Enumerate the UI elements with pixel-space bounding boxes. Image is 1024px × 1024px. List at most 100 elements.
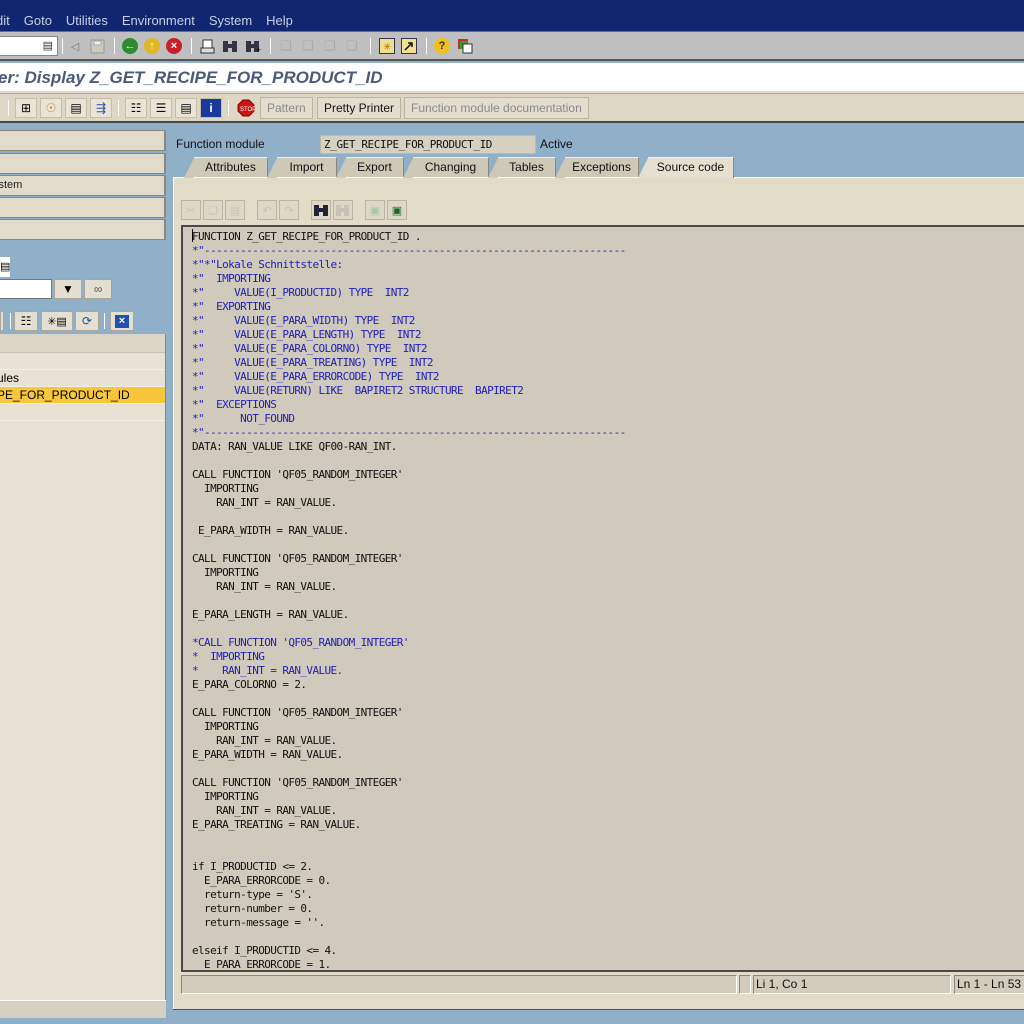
menu-goto[interactable]: Goto	[24, 13, 52, 28]
cursor-position: Li 1, Co 1	[753, 975, 951, 994]
list-view-icon[interactable]: ▤	[175, 98, 197, 118]
menu-help[interactable]: Help	[266, 13, 293, 28]
toolbar-separator	[270, 38, 271, 54]
menu-system[interactable]: System	[209, 13, 252, 28]
copy-icon[interactable]: ❏	[203, 200, 223, 220]
tree-close-icon[interactable]: ×	[110, 311, 134, 331]
tree-hierarchy-icon[interactable]: ☷	[14, 311, 38, 331]
print-icon[interactable]	[198, 37, 216, 55]
code-line: IMPORTING	[192, 566, 259, 579]
toolbar-separator	[370, 38, 371, 54]
object-name-combo[interactable]	[0, 279, 52, 299]
display-glasses-icon[interactable]: ∞	[84, 279, 112, 299]
find-icon[interactable]	[221, 37, 239, 55]
svg-text:✳: ✳	[383, 42, 391, 53]
menu-environment[interactable]: Environment	[122, 13, 195, 28]
tab-import[interactable]: Import	[267, 157, 337, 178]
navigator-button-4[interactable]	[0, 197, 166, 218]
previous-page-icon[interactable]: ❏	[299, 37, 317, 55]
first-page-icon[interactable]: ❏	[277, 37, 295, 55]
toolbar-separator	[426, 38, 427, 54]
create-session-icon[interactable]: ✳	[378, 37, 396, 55]
navigator-button-2[interactable]	[0, 153, 166, 174]
code-line: RAN_INT = RAN_VALUE.	[192, 734, 337, 747]
code-line: CALL FUNCTION 'QF05_RANDOM_INTEGER'	[192, 468, 403, 481]
line-range: Ln 1 - Ln 53	[954, 975, 1024, 994]
undo-icon[interactable]: ↶	[257, 200, 277, 220]
info-icon[interactable]: i	[200, 98, 222, 118]
insert-block-icon[interactable]: ▣	[365, 200, 385, 220]
search-icon[interactable]	[311, 200, 331, 220]
code-line: *" VALUE(E_PARA_ERRORCODE) TYPE INT2	[192, 370, 440, 383]
download-block-icon[interactable]: ▣	[387, 200, 407, 220]
function-module-documentation-button[interactable]: Function module documentation	[404, 97, 589, 119]
tree-toolbar-button-partial[interactable]	[0, 311, 4, 331]
tab-tables[interactable]: Tables	[488, 157, 556, 178]
combo-dropdown-icon[interactable]: ▼	[54, 279, 82, 299]
tab-exceptions[interactable]: Exceptions	[555, 157, 639, 178]
help-icon[interactable]: ?	[433, 37, 451, 55]
code-line: *" VALUE(RETURN) LIKE BAPIRET2 STRUCTURE…	[192, 384, 524, 397]
save-icon[interactable]	[88, 37, 106, 55]
object-list-tab-icon[interactable]: ▤	[0, 257, 10, 277]
tree-row[interactable]	[0, 404, 165, 421]
breakpoint-stop-icon[interactable]: STOP	[235, 98, 257, 118]
pretty-printer-button[interactable]: Pretty Printer	[317, 97, 402, 119]
back-arrow-small-icon[interactable]: ◁	[66, 37, 84, 55]
tree-row-selected-function[interactable]: PE_FOR_PRODUCT_ID	[0, 387, 165, 404]
tab-changing[interactable]: Changing	[403, 157, 489, 178]
tab-attributes[interactable]: Attributes	[184, 157, 268, 178]
display-object-list-icon[interactable]: ⊞	[15, 98, 37, 118]
code-line: CALL FUNCTION 'QF05_RANDOM_INTEGER'	[192, 552, 403, 565]
navigate-icon[interactable]: ⇶	[90, 98, 112, 118]
shortcut-icon[interactable]	[400, 37, 418, 55]
navigator-button-repository-system[interactable]: ystem	[0, 175, 166, 196]
svg-text:STOP: STOP	[240, 107, 255, 113]
page-title: er: Display Z_GET_RECIPE_FOR_PRODUCT_ID	[0, 68, 383, 87]
layout-menu-icon[interactable]	[456, 37, 474, 55]
test-icon[interactable]: ▤	[65, 98, 87, 118]
menu-utilities[interactable]: Utilities	[66, 13, 108, 28]
cut-icon[interactable]: ✂	[181, 200, 201, 220]
function-module-field: Z_GET_RECIPE_FOR_PRODUCT_ID	[320, 135, 536, 154]
source-code-editor[interactable]: FUNCTION Z_GET_RECIPE_FOR_PRODUCT_ID . *"…	[181, 225, 1024, 972]
code-line: return-number = 0.	[192, 902, 313, 915]
tree-row[interactable]	[0, 353, 165, 370]
find-next-icon[interactable]: +	[244, 37, 262, 55]
search-next-icon[interactable]	[333, 200, 353, 220]
last-page-icon[interactable]: ❏	[343, 37, 361, 55]
code-line: *" VALUE(I_PRODUCTID) TYPE INT2	[192, 286, 409, 299]
tab-source-code[interactable]: Source code	[638, 157, 734, 178]
tree-refresh-icon[interactable]: ⟳	[75, 311, 99, 331]
redo-icon[interactable]: ↷	[279, 200, 299, 220]
code-line: * IMPORTING	[192, 650, 265, 663]
paste-icon[interactable]: ▤	[225, 200, 245, 220]
next-page-icon[interactable]: ❏	[321, 37, 339, 55]
stack-icon[interactable]: ☰	[150, 98, 172, 118]
hierarchy-icon[interactable]: ☷	[125, 98, 147, 118]
cancel-icon[interactable]: ×	[165, 37, 183, 55]
editor-status-bar: Li 1, Co 1 Ln 1 - Ln 53	[181, 975, 1024, 995]
tab-export[interactable]: Export	[336, 157, 404, 178]
tree-new-object-icon[interactable]: ✳▤	[41, 311, 73, 331]
exit-icon[interactable]: ↑	[143, 37, 161, 55]
toolbar-separator	[228, 100, 229, 116]
command-dropdown-icon[interactable]: ▤	[43, 39, 53, 52]
menu-edit[interactable]: dit	[0, 13, 10, 28]
command-field[interactable]: ▤	[0, 36, 58, 56]
tree-row-function-modules[interactable]: ules	[0, 370, 165, 387]
code-line: E_PARA_ERRORCODE = 0.	[192, 874, 331, 887]
pattern-button[interactable]: Pattern	[260, 97, 313, 119]
navigator-button-1[interactable]	[0, 130, 166, 151]
code-line: *"*"Lokale Schnittstelle:	[192, 258, 343, 271]
back-icon[interactable]: ←	[121, 37, 139, 55]
code-line: FUNCTION Z_GET_RECIPE_FOR_PRODUCT_ID .	[192, 230, 421, 243]
navigator-button-5[interactable]	[0, 219, 166, 240]
where-used-icon[interactable]: ☉	[40, 98, 62, 118]
tree-horizontal-scrollbar[interactable]	[0, 1000, 166, 1018]
